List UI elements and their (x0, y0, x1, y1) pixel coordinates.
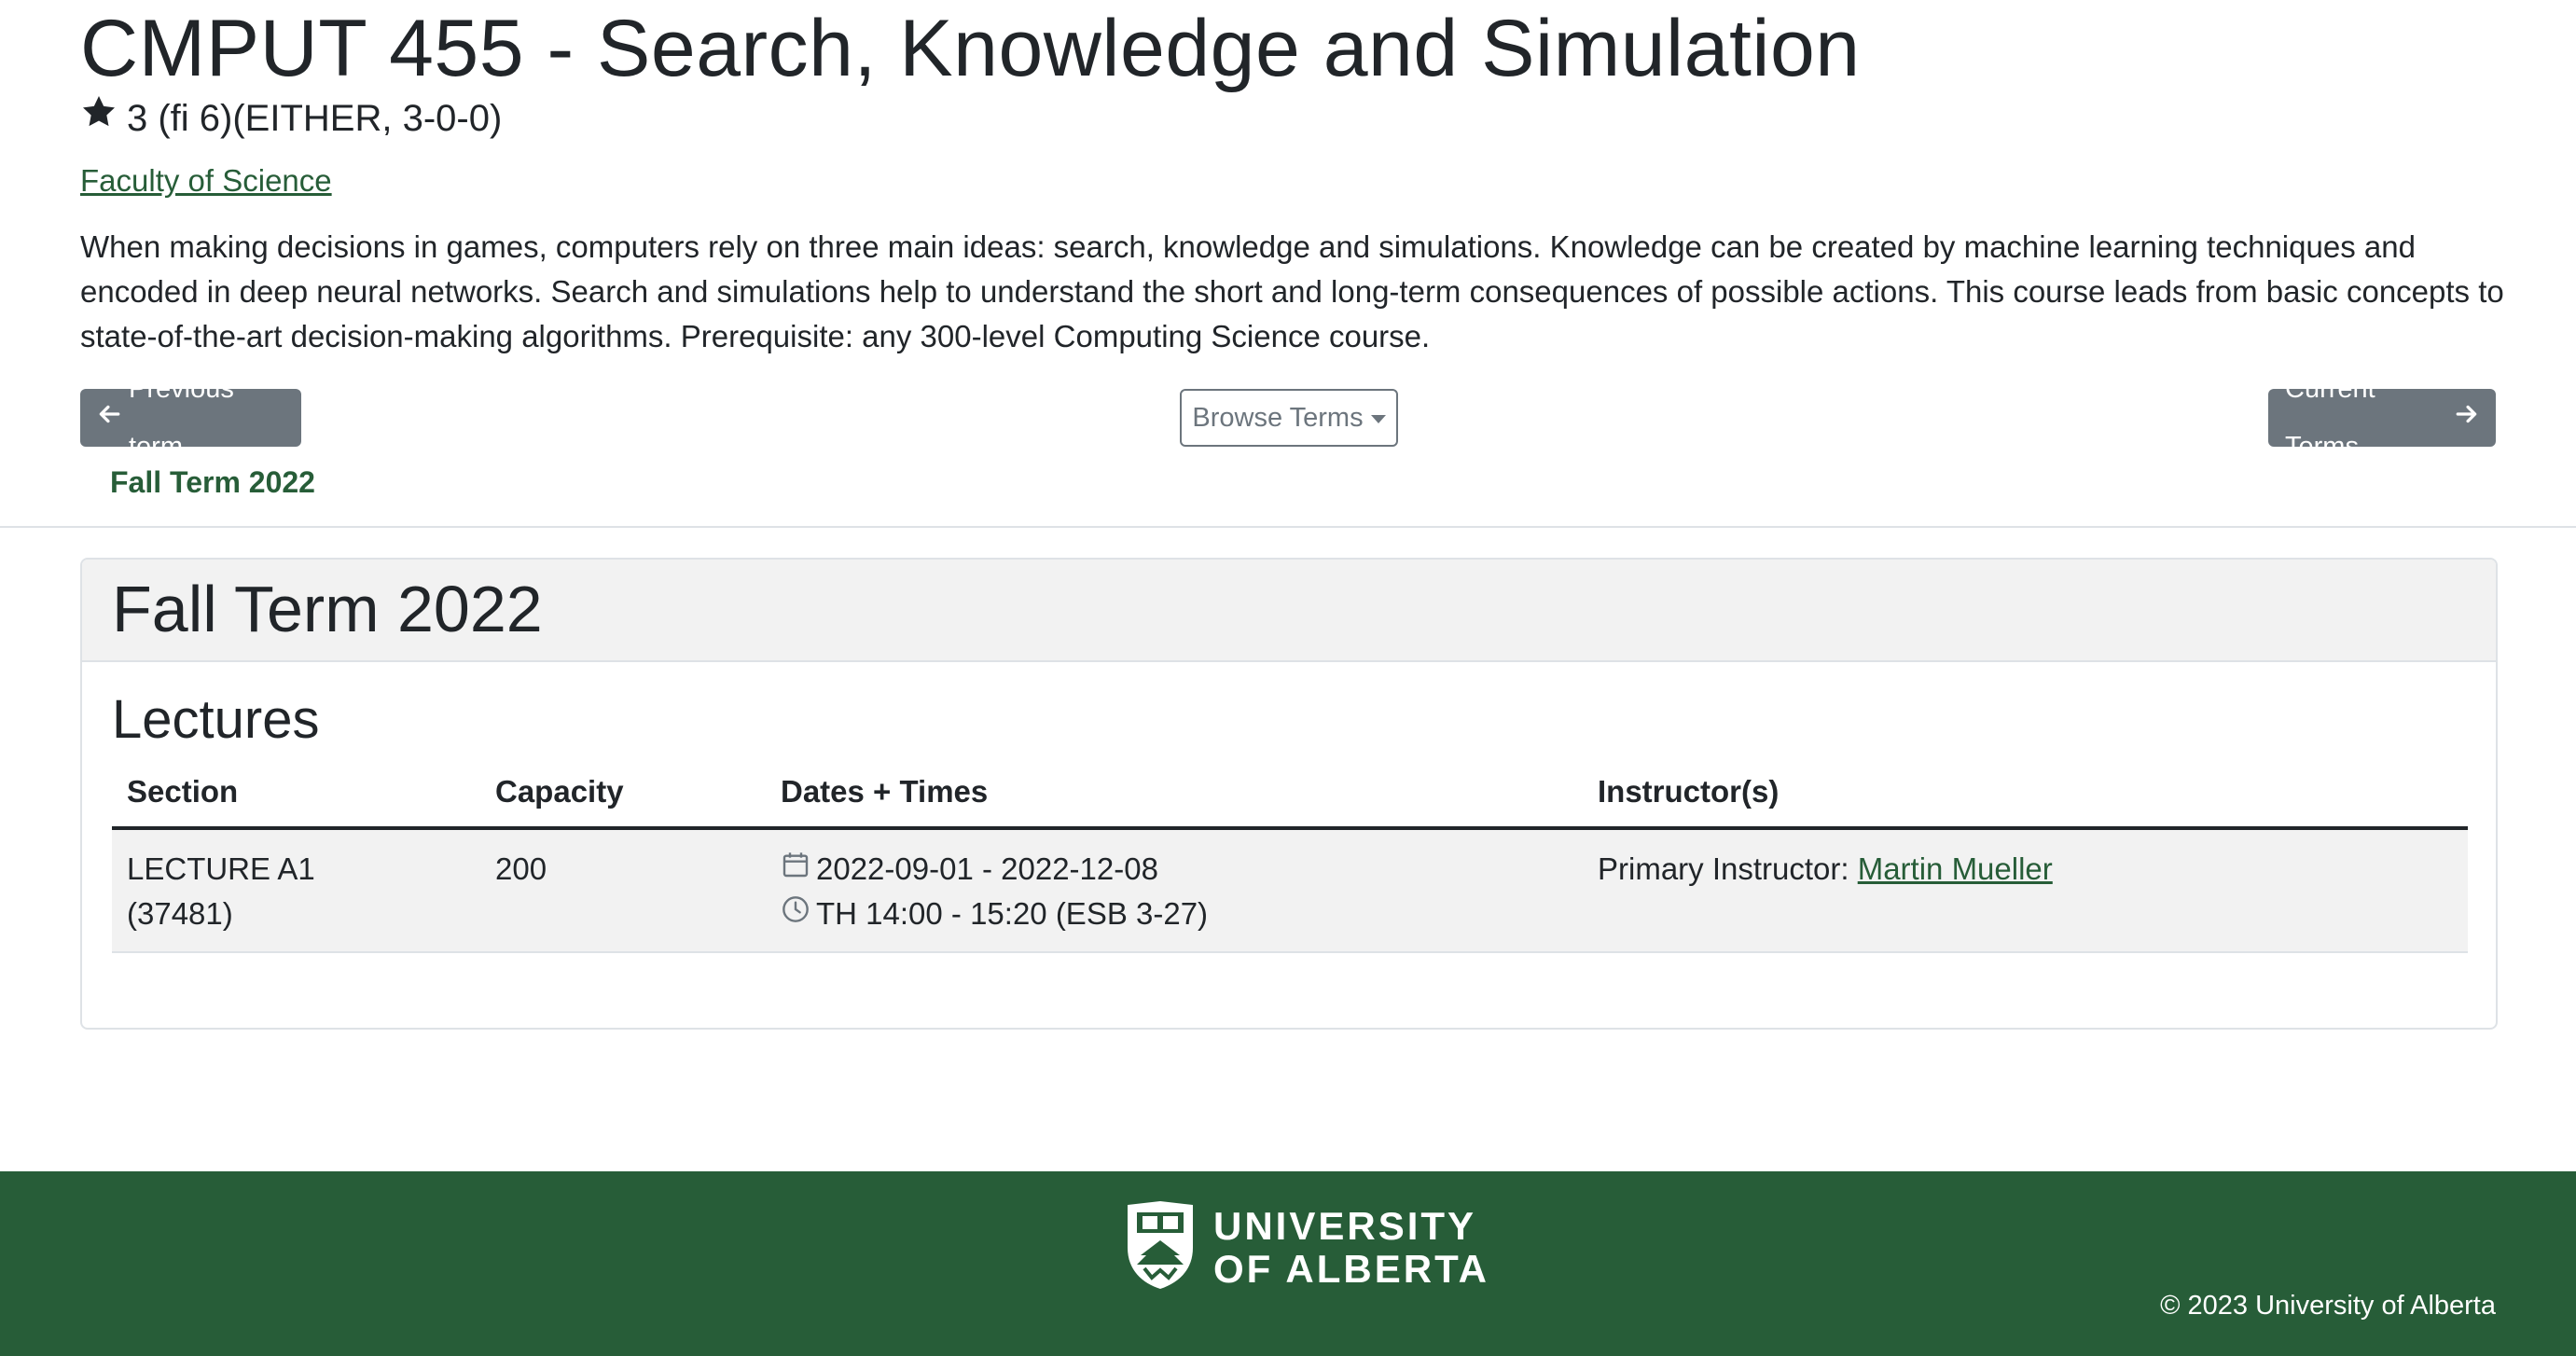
section-id: (37481) (127, 896, 233, 931)
current-terms-label: Current Terms (2285, 374, 2375, 462)
previous-term-label: Previous term (129, 374, 234, 462)
section-cell: LECTURE A1 (37481) (112, 828, 480, 953)
dates-times-cell: 2022-09-01 - 2022-12-08 TH 14:00 - 15:20… (766, 828, 1583, 953)
column-header-instructors: Instructor(s) (1583, 774, 2468, 830)
crest-icon (1124, 1199, 1197, 1295)
column-header-dates-times: Dates + Times (766, 774, 1583, 830)
term-navigation: Previous term Browse Terms Current Terms (80, 374, 2496, 462)
column-header-capacity: Capacity (480, 774, 766, 830)
star-icon (80, 93, 118, 143)
previous-term-button[interactable]: Previous term (80, 374, 301, 462)
units-text: 3 (fi 6)(EITHER, 3-0-0) (127, 97, 503, 139)
logo-line-2: OF ALBERTA (1213, 1246, 1489, 1291)
arrow-right-icon (2455, 389, 2479, 447)
term-card: Fall Term 2022 Lectures Section Capacity… (80, 558, 2498, 1030)
instructor-prefix: Primary Instructor: (1598, 851, 1849, 886)
site-footer: UNIVERSITY OF ALBERTA © 2023 University … (0, 1171, 2576, 1356)
section-name: LECTURE A1 (127, 851, 315, 886)
faculty-link[interactable]: Faculty of Science (80, 163, 332, 199)
date-range: 2022-09-01 - 2022-12-08 (816, 851, 1158, 886)
calendar-icon (781, 847, 810, 892)
capacity-cell: 200 (480, 828, 766, 953)
copyright: © 2023 University of Alberta (2160, 1291, 2496, 1321)
meeting-time: TH 14:00 - 15:20 (ESB 3-27) (816, 896, 1209, 931)
arrow-left-icon (97, 389, 121, 447)
term-card-title: Fall Term 2022 (82, 560, 2496, 662)
lectures-heading: Lectures (112, 689, 320, 750)
instructor-cell: Primary Instructor: Martin Mueller (1583, 828, 2468, 953)
term-tab-fall-2022[interactable]: Fall Term 2022 (110, 465, 2496, 500)
course-title: CMPUT 455 - Search, Knowledge and Simula… (80, 4, 1861, 93)
instructor-link[interactable]: Martin Mueller (1858, 851, 2053, 886)
column-header-section: Section (112, 774, 480, 830)
current-terms-button[interactable]: Current Terms (2268, 374, 2496, 462)
lectures-table: Section Capacity Dates + Times Instructo… (112, 774, 2468, 953)
logo-line-1: UNIVERSITY (1213, 1203, 1477, 1248)
table-row: LECTURE A1 (37481) 200 2022-09-01 - 2022… (112, 828, 2468, 953)
clock-icon (781, 892, 810, 936)
divider (0, 526, 2576, 528)
university-logo[interactable]: UNIVERSITY OF ALBERTA (1124, 1199, 1489, 1295)
caret-down-icon (1370, 414, 1386, 423)
browse-terms-dropdown[interactable]: Browse Terms (1180, 389, 1398, 447)
course-units: 3 (fi 6)(EITHER, 3-0-0) (80, 93, 2496, 143)
browse-terms-label: Browse Terms (1192, 402, 1364, 433)
course-description: When making decisions in games, computer… (80, 229, 2504, 353)
table-header-row: Section Capacity Dates + Times Instructo… (112, 774, 2468, 830)
